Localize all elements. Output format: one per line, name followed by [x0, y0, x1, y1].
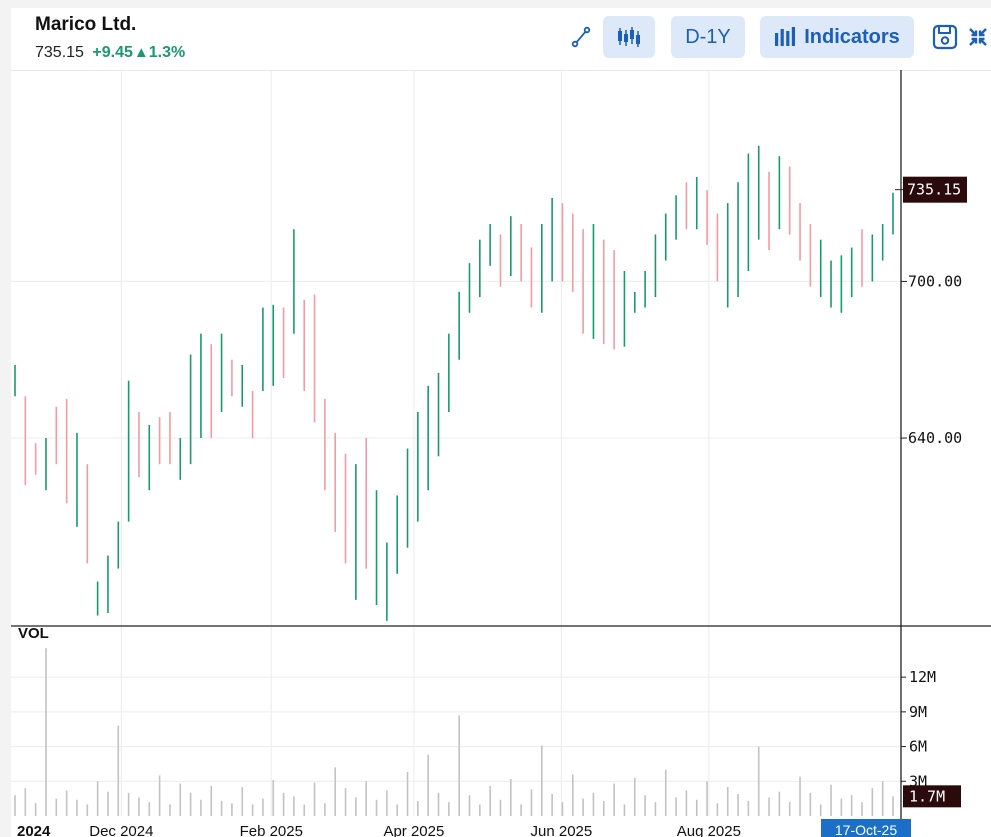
price-tick-label: 640.00: [908, 429, 962, 447]
date-tick-label: Dec 2024: [89, 823, 153, 837]
volume-label: VOL: [18, 625, 49, 642]
volume-tick-label: 9M: [909, 703, 927, 721]
current-date-label: 17-Oct-25: [835, 822, 897, 837]
chart-panel: Marico Ltd. 735.15 +9.45▲1.3% D-1Y Indic…: [11, 8, 991, 837]
last-volume-label: 1.7M: [909, 787, 945, 805]
price-tick-label: 700.00: [908, 272, 962, 290]
date-tick-label: Jun 2025: [531, 823, 593, 837]
date-tick-label: 2024: [17, 823, 51, 837]
date-tick-label: Feb 2025: [240, 823, 303, 837]
last-price-label: 735.15: [907, 181, 961, 199]
date-tick-label: Apr 2025: [383, 823, 444, 837]
volume-tick-label: 12M: [909, 668, 936, 686]
date-tick-label: Aug 2025: [677, 823, 741, 837]
price-chart[interactable]: 700.00640.0012M9M6M3MVOL735.151.7M2024 De…: [11, 8, 991, 837]
volume-tick-label: 6M: [909, 738, 927, 756]
